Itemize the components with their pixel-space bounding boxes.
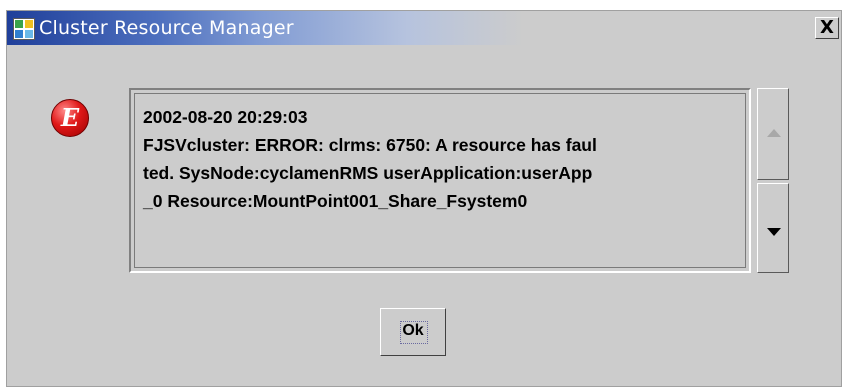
title-bar[interactable]: Cluster Resource Manager X [7, 11, 841, 45]
ok-button-label: Ok [402, 322, 424, 339]
message-area: 2002-08-20 20:29:03 FJSVcluster: ERROR: … [129, 88, 751, 273]
error-message-text: 2002-08-20 20:29:03 FJSVcluster: ERROR: … [143, 107, 597, 211]
scroll-up-button[interactable] [757, 88, 789, 180]
cluster-app-icon [13, 18, 35, 40]
ok-button[interactable]: Ok [380, 308, 446, 356]
close-button[interactable]: X [815, 17, 839, 39]
chevron-up-icon [767, 129, 781, 137]
window-title: Cluster Resource Manager [39, 17, 294, 39]
dialog-window: Cluster Resource Manager X E 2002-08-20 … [6, 10, 842, 387]
chevron-down-icon [767, 228, 781, 236]
scroll-down-button[interactable] [757, 183, 789, 273]
error-icon: E [51, 99, 89, 137]
